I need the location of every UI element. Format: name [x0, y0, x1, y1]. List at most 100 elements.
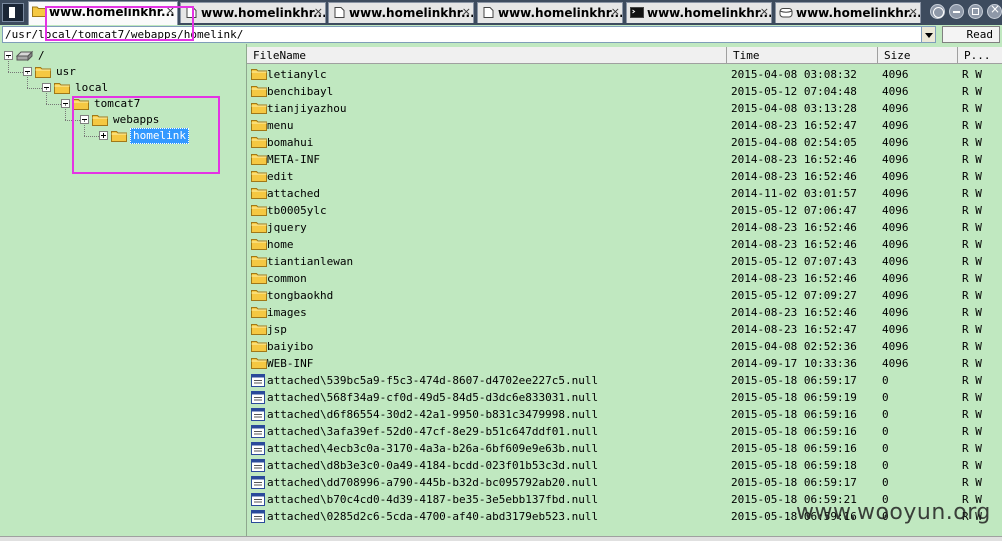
- file-permissions: R W: [962, 102, 982, 115]
- column-size[interactable]: Size: [878, 47, 958, 64]
- file-size: 4096: [882, 238, 909, 251]
- folder-row[interactable]: menu 2014-08-23 16:52:47 4096 R W: [247, 117, 1002, 134]
- file-permissions: R W: [962, 374, 982, 387]
- file-time: 2015-04-08 03:13:28: [731, 102, 857, 115]
- file-size: 4096: [882, 68, 909, 81]
- path-input[interactable]: [5, 28, 905, 41]
- file-name: menu: [267, 119, 294, 132]
- folder-row[interactable]: images 2014-08-23 16:52:46 4096 R W: [247, 304, 1002, 321]
- tab-6[interactable]: www.homelinkhr... ×: [775, 2, 921, 23]
- tree-node-tomcat7[interactable]: tomcat7: [61, 96, 261, 112]
- folder-row[interactable]: tianjiyazhou 2015-04-08 03:13:28 4096 R W: [247, 100, 1002, 117]
- folder-row[interactable]: jquery 2014-08-23 16:52:46 4096 R W: [247, 219, 1002, 236]
- folder-row[interactable]: benchibayl 2015-05-12 07:04:48 4096 R W: [247, 83, 1002, 100]
- maximize-icon[interactable]: [968, 4, 983, 19]
- folder-row[interactable]: edit 2014-08-23 16:52:46 4096 R W: [247, 168, 1002, 185]
- file-time: 2014-08-23 16:52:46: [731, 238, 857, 251]
- tab-5[interactable]: www.homelinkhr... ×: [626, 2, 772, 23]
- file-size: 4096: [882, 340, 909, 353]
- tab-4[interactable]: www.homelinkhr... ×: [477, 2, 623, 23]
- folder-row[interactable]: baiyibo 2015-04-08 02:52:36 4096 R W: [247, 338, 1002, 355]
- file-permissions: R W: [962, 153, 982, 166]
- tab-label: www.homelinkhr...: [349, 6, 474, 20]
- file-row[interactable]: attached\d6f86554-30d2-42a1-9950-b831c34…: [247, 406, 1002, 423]
- restore-icon[interactable]: [930, 4, 945, 19]
- folder-row[interactable]: WEB-INF 2014-09-17 10:33:36 4096 R W: [247, 355, 1002, 372]
- file-icon: [251, 442, 265, 455]
- tab-label: www.homelinkhr...: [647, 6, 772, 20]
- file-row[interactable]: attached\3afa39ef-52d0-47cf-8e29-b51c647…: [247, 423, 1002, 440]
- file-name: attached\568f34a9-cf0d-49d5-84d5-d3dc6e8…: [267, 391, 599, 404]
- close-icon[interactable]: ×: [611, 5, 620, 18]
- file-time: 2015-05-18 06:59:16: [731, 442, 857, 455]
- file-permissions: R W: [962, 170, 982, 183]
- file-name: letianylc: [267, 68, 327, 81]
- file-row[interactable]: attached\568f34a9-cf0d-49d5-84d5-d3dc6e8…: [247, 389, 1002, 406]
- file-time: 2015-05-18 06:59:16: [731, 408, 857, 421]
- folder-icon: [54, 82, 70, 94]
- system-menu-button[interactable]: [2, 3, 24, 22]
- folder-icon: [35, 66, 51, 78]
- file-size: 4096: [882, 323, 909, 336]
- file-time: 2014-08-23 16:52:46: [731, 306, 857, 319]
- folder-row[interactable]: META-INF 2014-08-23 16:52:46 4096 R W: [247, 151, 1002, 168]
- folder-row[interactable]: tb0005ylc 2015-05-12 07:06:47 4096 R W: [247, 202, 1002, 219]
- file-name: jsp: [267, 323, 287, 336]
- tree-node-local[interactable]: local: [42, 80, 242, 96]
- tab-1[interactable]: www.homelinkhr... ×: [28, 1, 178, 25]
- file-name: attached\539bc5a9-f5c3-474d-8607-d4702ee…: [267, 374, 599, 387]
- folder-row[interactable]: common 2014-08-23 16:52:46 4096 R W: [247, 270, 1002, 287]
- file-icon: [251, 425, 265, 438]
- column-time[interactable]: Time: [727, 47, 878, 64]
- minimize-icon[interactable]: [949, 4, 964, 19]
- folder-row[interactable]: tiantianlewan 2015-05-12 07:07:43 4096 R W: [247, 253, 1002, 270]
- file-permissions: R W: [962, 136, 982, 149]
- column-filename[interactable]: FileName: [247, 47, 727, 64]
- close-window-icon[interactable]: [987, 2, 1002, 19]
- column-permissions[interactable]: P...: [958, 47, 1002, 64]
- file-row[interactable]: attached\dd708996-a790-445b-b32d-bc09579…: [247, 474, 1002, 491]
- tab-3[interactable]: www.homelinkhr... ×: [328, 2, 474, 23]
- file-size: 0: [882, 391, 889, 404]
- folder-row[interactable]: bomahui 2015-04-08 02:54:05 4096 R W: [247, 134, 1002, 151]
- file-name: attached\d8b3e3c0-0a49-4184-bcdd-023f01b…: [267, 459, 599, 472]
- tab-label: www.homelinkhr...: [498, 6, 623, 20]
- file-permissions: R W: [962, 272, 982, 285]
- file-row[interactable]: attached\4ecb3c0a-3170-4a3a-b26a-6bf609e…: [247, 440, 1002, 457]
- file-row[interactable]: attached\d8b3e3c0-0a49-4184-bcdd-023f01b…: [247, 457, 1002, 474]
- chevron-down-icon[interactable]: [921, 27, 935, 42]
- folder-row[interactable]: jsp 2014-08-23 16:52:47 4096 R W: [247, 321, 1002, 338]
- folder-row[interactable]: tongbaokhd 2015-05-12 07:09:27 4096 R W: [247, 287, 1002, 304]
- file-name: attached\3afa39ef-52d0-47cf-8e29-b51c647…: [267, 425, 599, 438]
- folder-icon: [251, 153, 267, 166]
- file-permissions: R W: [962, 459, 982, 472]
- tree-node-label: usr: [56, 65, 76, 78]
- file-size: 4096: [882, 102, 909, 115]
- path-combobox[interactable]: [2, 26, 936, 43]
- folder-row[interactable]: home 2014-08-23 16:52:46 4096 R W: [247, 236, 1002, 253]
- tree-node-usr[interactable]: usr: [23, 64, 223, 80]
- file-time: 2014-11-02 03:01:57: [731, 187, 857, 200]
- folder-row[interactable]: letianylc 2015-04-08 03:08:32 4096 R W: [247, 66, 1002, 83]
- close-icon[interactable]: ×: [909, 5, 918, 18]
- tree-node-root[interactable]: /: [4, 48, 204, 64]
- folder-icon: [251, 272, 267, 285]
- tab-2[interactable]: www.homelinkhr... ×: [180, 2, 326, 23]
- file-name: WEB-INF: [267, 357, 314, 370]
- file-row[interactable]: attached\539bc5a9-f5c3-474d-8607-d4702ee…: [247, 372, 1002, 389]
- folder-icon: [251, 204, 267, 217]
- file-permissions: R W: [962, 187, 982, 200]
- folder-row[interactable]: attached 2014-11-02 03:01:57 4096 R W: [247, 185, 1002, 202]
- read-button[interactable]: Read: [942, 26, 1000, 43]
- close-icon[interactable]: ×: [166, 4, 175, 17]
- file-size: 4096: [882, 153, 909, 166]
- folder-icon: [251, 255, 267, 268]
- close-icon[interactable]: ×: [462, 5, 471, 18]
- close-icon[interactable]: ×: [314, 5, 323, 18]
- folder-icon: [251, 119, 267, 132]
- path-bar: Read: [0, 25, 1002, 44]
- expand-icon[interactable]: [99, 131, 108, 140]
- file-size: 4096: [882, 289, 909, 302]
- file-time: 2015-05-18 06:59:19: [731, 391, 857, 404]
- close-icon[interactable]: ×: [760, 5, 769, 18]
